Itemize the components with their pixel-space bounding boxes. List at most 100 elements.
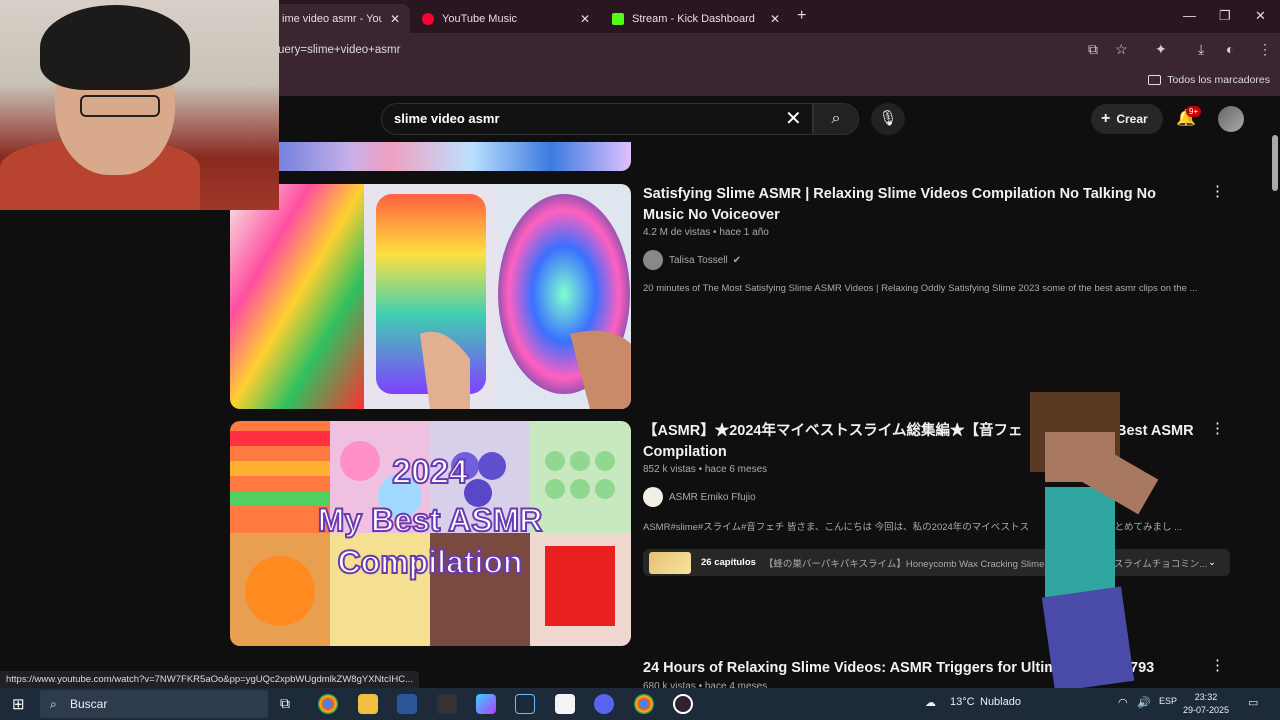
chapter-thumbnail [649,551,691,574]
tab-title: YouTube Music [442,12,518,25]
thumbnail-year-text: 2024 [392,453,468,491]
video-description: ASMR#slime#スライム#音フェチ 皆さま、こんにちは 今回は、私の202… [643,522,1029,533]
video-title[interactable]: Satisfying Slime ASMR | Relaxing Slime V… [643,184,1193,226]
thumbnail-text-line2: Compilation [338,544,523,580]
notification-center-icon[interactable]: ▭ [1248,696,1258,709]
new-tab-icon[interactable]: + [797,7,806,25]
video-meta: 4.2 M de vistas • hace 1 año [643,227,769,238]
close-window-icon[interactable]: ✕ [1255,8,1266,24]
all-bookmarks-button[interactable]: Todos los marcadores [1148,74,1270,86]
word-icon[interactable] [397,694,417,714]
thumbnail-text-line1: My Best ASMR [318,502,543,538]
channel-name: Talisa Tossell [669,254,728,266]
menu-icon[interactable]: ⋮ [1258,41,1272,58]
copilot-icon[interactable] [476,694,496,714]
steam-icon[interactable] [515,694,535,714]
chrome-profile-icon[interactable] [634,694,654,714]
view-count: 852 k vistas [643,464,696,475]
notepad-icon[interactable] [555,694,575,714]
search-icon: ⌕ [831,110,841,127]
minecraft-character-overlay [1030,392,1159,692]
folder-icon [1148,75,1162,85]
clear-search-icon[interactable]: ✕ [785,106,802,131]
avatar[interactable] [1218,106,1244,132]
kick-icon [612,12,624,25]
epic-games-icon[interactable] [437,694,457,714]
channel-link[interactable]: ASMR Emiko Ffujio [643,487,756,507]
chrome-icon[interactable] [318,694,338,714]
tab-close-icon[interactable]: ✕ [770,12,780,26]
tab-title: Stream - Kick Dashboard [632,12,755,25]
webcam-person-glasses [80,95,160,117]
video-description: 20 minutes of The Most Satisfying Slime … [643,283,1198,294]
chapters-count: 26 capítulos [701,557,756,568]
weather-desc[interactable]: Nublado [980,696,1021,708]
webcam-overlay [0,0,279,210]
taskbar-search-label: Buscar [70,697,108,711]
compilation-thumbnail-image: 2024 My Best ASMR Compilation [230,421,631,646]
more-actions-icon[interactable]: ⋮ [1210,182,1225,200]
search-icon: ⌕ [50,697,57,711]
tab-close-icon[interactable]: ✕ [580,12,590,26]
link-status-bar: https://www.youtube.com/watch?v=7NW7FKR5… [0,671,420,688]
profile-icon[interactable]: ◐ [1226,41,1234,57]
taskbar-search[interactable]: ⌕ Buscar [40,690,268,718]
microphone-icon: 🎙 [878,110,898,127]
scrollbar-thumb[interactable] [1272,135,1278,191]
all-bookmarks-label: Todos los marcadores [1167,74,1270,86]
video-thumbnail-previous[interactable] [230,142,631,171]
more-actions-icon[interactable]: ⋮ [1210,419,1225,437]
create-label: Crear [1116,112,1148,126]
volume-icon[interactable]: 🔊 [1137,696,1151,709]
tab-kick-dashboard[interactable]: Stream - Kick Dashboard ✕ [602,4,790,33]
channel-name: ASMR Emiko Ffujio [669,491,756,503]
tab-close-icon[interactable]: ✕ [390,12,400,26]
create-button[interactable]: + Crear [1091,104,1163,134]
minimize-icon[interactable]: — [1183,8,1196,23]
view-count: 4.2 M de vistas [643,227,711,238]
search-input[interactable]: slime video asmr [381,103,813,135]
input-language[interactable]: ESP [1159,696,1177,706]
notification-badge: 9+ [1186,106,1202,117]
extensions-icon[interactable]: ✦ [1155,41,1167,58]
task-view-icon[interactable]: ⧉ [280,695,290,712]
video-meta: 852 k vistas • hace 6 meses [643,464,768,475]
windows-start-icon[interactable]: ⊞ [12,695,25,713]
slime-thumbnail-image [230,184,631,409]
tab-youtube-music[interactable]: YouTube Music ✕ [412,4,600,33]
tab-youtube-search[interactable]: ime video asmr - YouTub ✕ [272,4,410,33]
discord-icon[interactable] [594,694,614,714]
video-thumbnail[interactable]: 2024 My Best ASMR Compilation [230,421,631,646]
video-thumbnail[interactable] [230,184,631,409]
upload-age: hace 6 meses [704,464,768,475]
obs-icon[interactable] [673,694,693,714]
install-app-icon[interactable]: ⧉ [1088,41,1098,58]
clock-time: 23:32 [1194,692,1218,702]
video-title[interactable]: 【ASMR】★2024年マイベストスライム総集編★【音フェ [643,421,1033,442]
voice-search-button[interactable]: 🎙 [871,103,905,135]
more-actions-icon[interactable]: ⋮ [1210,656,1225,674]
plus-icon: + [1101,110,1111,127]
upload-age: hace 1 año [719,227,769,238]
bookmark-star-icon[interactable]: ☆ [1115,41,1128,58]
channel-avatar [643,487,663,507]
download-icon[interactable]: ⤓ [1198,41,1204,58]
youtube-music-icon [422,12,434,25]
screen: ime video asmr - YouTub ✕ YouTube Music … [0,0,1280,720]
chevron-down-icon[interactable]: ⌄ [1208,557,1216,568]
weather-icon[interactable]: ☁ [925,696,936,709]
webcam-person-hair [40,5,190,90]
weather-temp[interactable]: 13°C [950,696,975,708]
clock-date: 29-07-2025 [1183,705,1230,715]
clock[interactable]: 23:32 29-07-2025 [1183,691,1229,717]
windows-taskbar: ⊞ ⌕ Buscar ⧉ ☁ 13°C Nublado ◠ 🔊 ESP 23:3… [0,688,1280,720]
tab-title: ime video asmr - YouTub [282,12,382,25]
search-button[interactable]: ⌕ [813,103,859,135]
channel-avatar [643,250,663,270]
maximize-icon[interactable]: ❐ [1219,8,1231,24]
verified-check-icon: ✔ [732,254,742,266]
chapter-title: 【蜂の巣バーパキパキスライム】Honeycomb Wax Cracking Sl… [763,558,1045,570]
channel-link[interactable]: Talisa Tossell ✔ [643,250,741,270]
wifi-icon[interactable]: ◠ [1118,696,1128,709]
file-explorer-icon[interactable] [358,694,378,714]
